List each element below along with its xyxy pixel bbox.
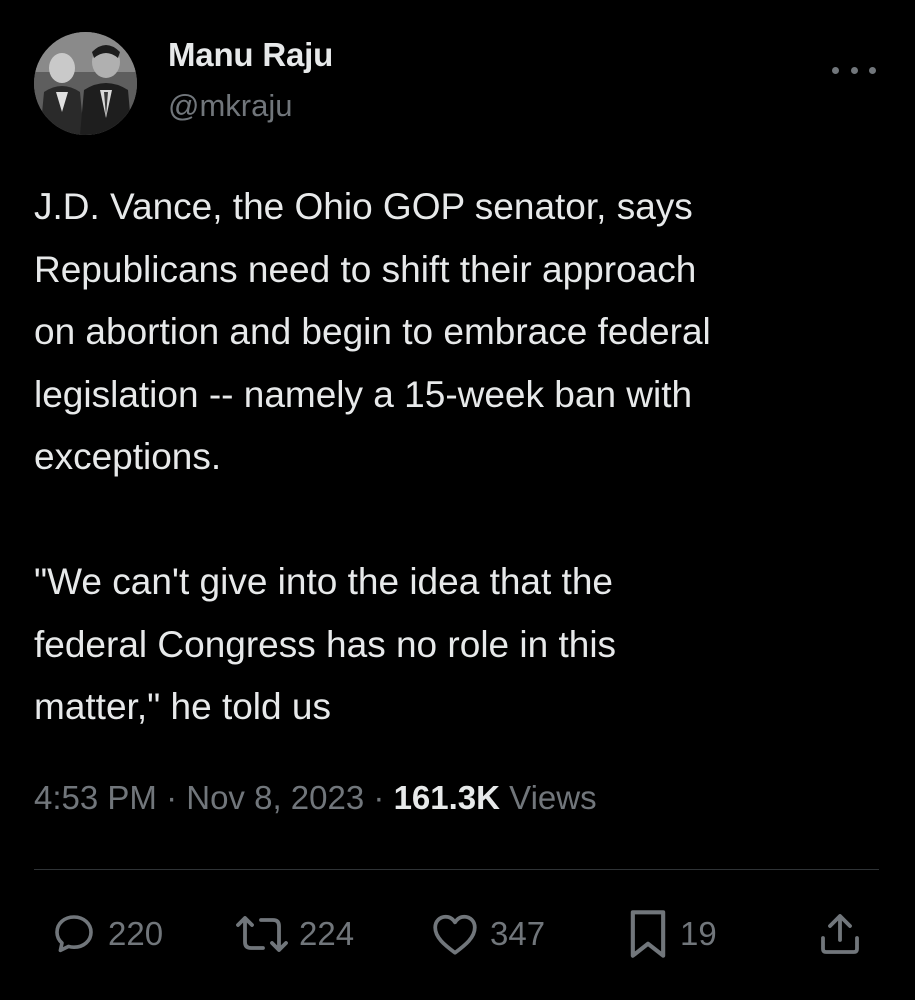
like-count: 347 [490, 915, 546, 952]
more-options-button[interactable] [832, 58, 876, 82]
tweet-text: J.D. Vance, the Ohio GOP senator, says R… [34, 176, 884, 739]
divider [34, 869, 879, 870]
tweet-date[interactable]: Nov 8, 2023 [186, 779, 364, 816]
heart-icon [433, 914, 477, 955]
bookmark-button[interactable]: 19 [626, 908, 717, 960]
avatar[interactable] [34, 32, 137, 135]
views-count: 161.3K [393, 779, 500, 816]
avatar-photo [34, 32, 137, 135]
repost-button[interactable]: 224 [235, 908, 354, 960]
reply-button[interactable]: 220 [50, 908, 163, 960]
repost-arrows-icon [236, 916, 288, 952]
tweet-paragraph: J.D. Vance, the Ohio GOP senator, says R… [34, 186, 711, 477]
like-button[interactable]: 347 [430, 908, 545, 960]
bookmark-count: 19 [680, 915, 717, 952]
repost-count: 224 [299, 915, 355, 952]
more-horizontal-icon [832, 66, 839, 74]
display-name[interactable]: Manu Raju [168, 36, 333, 74]
bookmark-icon [630, 910, 666, 958]
user-handle[interactable]: @mkraju [168, 88, 292, 124]
tweet: Manu Raju @mkraju J.D. Vance, the Ohio G… [0, 0, 915, 1000]
meta-separator: · [166, 779, 178, 816]
tweet-metadata: 4:53 PM · Nov 8, 2023 · 161.3K Views [34, 779, 597, 817]
views-label: Views [509, 779, 597, 816]
share-button[interactable] [816, 908, 874, 960]
speech-bubble-icon [55, 915, 93, 953]
tweet-paragraph: "We can't give into the idea that the fe… [34, 561, 617, 727]
meta-separator: · [373, 779, 385, 816]
share-upload-icon [821, 914, 859, 954]
reply-count: 220 [108, 915, 164, 952]
tweet-time[interactable]: 4:53 PM [34, 779, 157, 816]
